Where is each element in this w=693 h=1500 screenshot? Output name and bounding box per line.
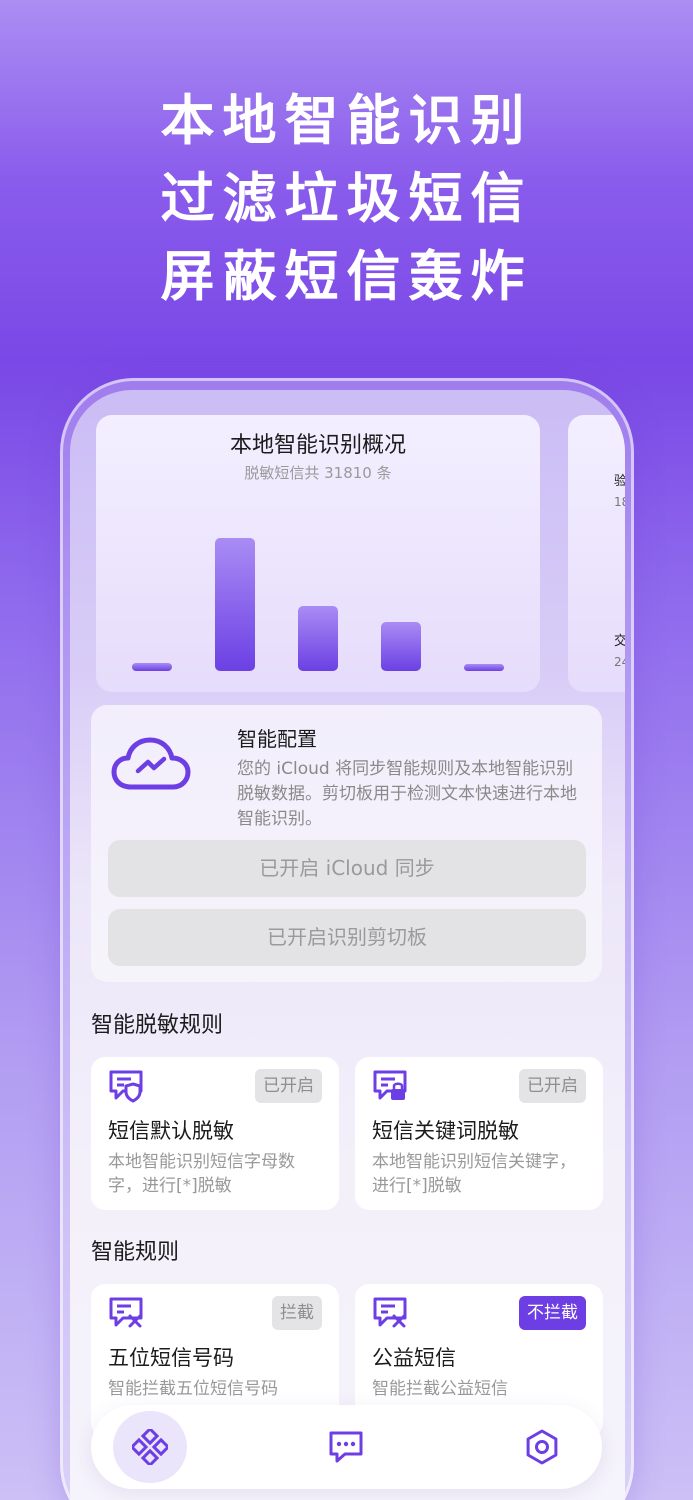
rule-status-badge[interactable]: 不拦截 <box>519 1296 586 1330</box>
headline-line-3: 屏蔽短信轰炸 <box>160 245 533 308</box>
rule-name: 公益短信 <box>372 1346 456 1370</box>
overview-bar <box>298 606 338 671</box>
phone-screen: 本地智能识别概况 脱敏短信共 31810 条 验 18 交 24 智能配置 您的… <box>70 390 625 1500</box>
rule-status-badge: 已开启 <box>255 1069 322 1103</box>
diamond-grid-icon <box>132 1429 168 1465</box>
overview-bar <box>464 664 504 671</box>
rule-card-sms-default[interactable]: 已开启 短信默认脱敏 本地智能识别短信字母数字，进行[*]脱敏 <box>91 1057 339 1210</box>
headline: 本地智能识别 过滤垃圾短信 屏蔽短信轰炸 <box>0 82 693 316</box>
message-block-icon <box>373 1297 407 1328</box>
tab-messages[interactable] <box>309 1411 383 1483</box>
rule-name: 短信默认脱敏 <box>108 1119 234 1143</box>
smart-config-description: 您的 iCloud 将同步智能规则及本地智能识别脱敏数据。剪切板用于检测文本快速… <box>237 759 577 829</box>
cloud-icon <box>111 737 191 790</box>
overview-bar <box>215 538 255 671</box>
next-card-value-1: 18 <box>614 495 625 509</box>
overview-title: 本地智能识别概况 <box>229 433 406 458</box>
message-block-icon <box>109 1297 143 1328</box>
icloud-sync-button[interactable]: 已开启 iCloud 同步 <box>108 840 586 897</box>
rule-description: 本地智能识别短信字母数字，进行[*]脱敏 <box>108 1152 295 1196</box>
rule-status-badge[interactable]: 拦截 <box>272 1296 322 1330</box>
tab-settings[interactable] <box>505 1411 579 1483</box>
next-card-label-2: 交 <box>614 634 625 649</box>
chat-bubble-icon <box>329 1431 363 1463</box>
tab-home[interactable] <box>113 1411 187 1483</box>
clipboard-recognition-button[interactable]: 已开启识别剪切板 <box>108 909 586 966</box>
rule-description: 智能拦截五位短信号码 <box>108 1379 278 1399</box>
rule-card-sms-keyword[interactable]: 已开启 短信关键词脱敏 本地智能识别短信关键字，进行[*]脱敏 <box>355 1057 603 1210</box>
rule-status-badge: 已开启 <box>519 1069 586 1103</box>
overview-card-next[interactable]: 验 18 交 24 <box>568 415 625 692</box>
desensitize-rules-title: 智能脱敏规则 <box>91 1013 224 1038</box>
overview-bar <box>132 663 172 671</box>
rule-name: 五位短信号码 <box>108 1346 234 1370</box>
overview-subtitle: 脱敏短信共 31810 条 <box>244 464 392 482</box>
rule-description: 本地智能识别短信关键字，进行[*]脱敏 <box>372 1152 576 1196</box>
tab-bar <box>91 1405 602 1489</box>
message-lock-icon <box>373 1070 407 1100</box>
message-shield-icon <box>109 1070 143 1103</box>
rule-name: 短信关键词脱敏 <box>372 1119 519 1143</box>
overview-card[interactable]: 本地智能识别概况 脱敏短信共 31810 条 <box>96 415 540 692</box>
smart-rules-title: 智能规则 <box>91 1240 180 1265</box>
headline-line-1: 本地智能识别 <box>160 89 533 152</box>
next-card-value-2: 24 <box>614 655 625 669</box>
next-card-label-1: 验 <box>614 474 625 489</box>
gear-icon <box>526 1429 558 1465</box>
smart-config-card: 智能配置 您的 iCloud 将同步智能规则及本地智能识别脱敏数据。剪切板用于检… <box>91 705 602 982</box>
smart-config-title: 智能配置 <box>237 727 317 751</box>
overview-bar <box>381 622 421 671</box>
headline-line-2: 过滤垃圾短信 <box>160 167 533 230</box>
rule-description: 智能拦截公益短信 <box>372 1379 508 1399</box>
